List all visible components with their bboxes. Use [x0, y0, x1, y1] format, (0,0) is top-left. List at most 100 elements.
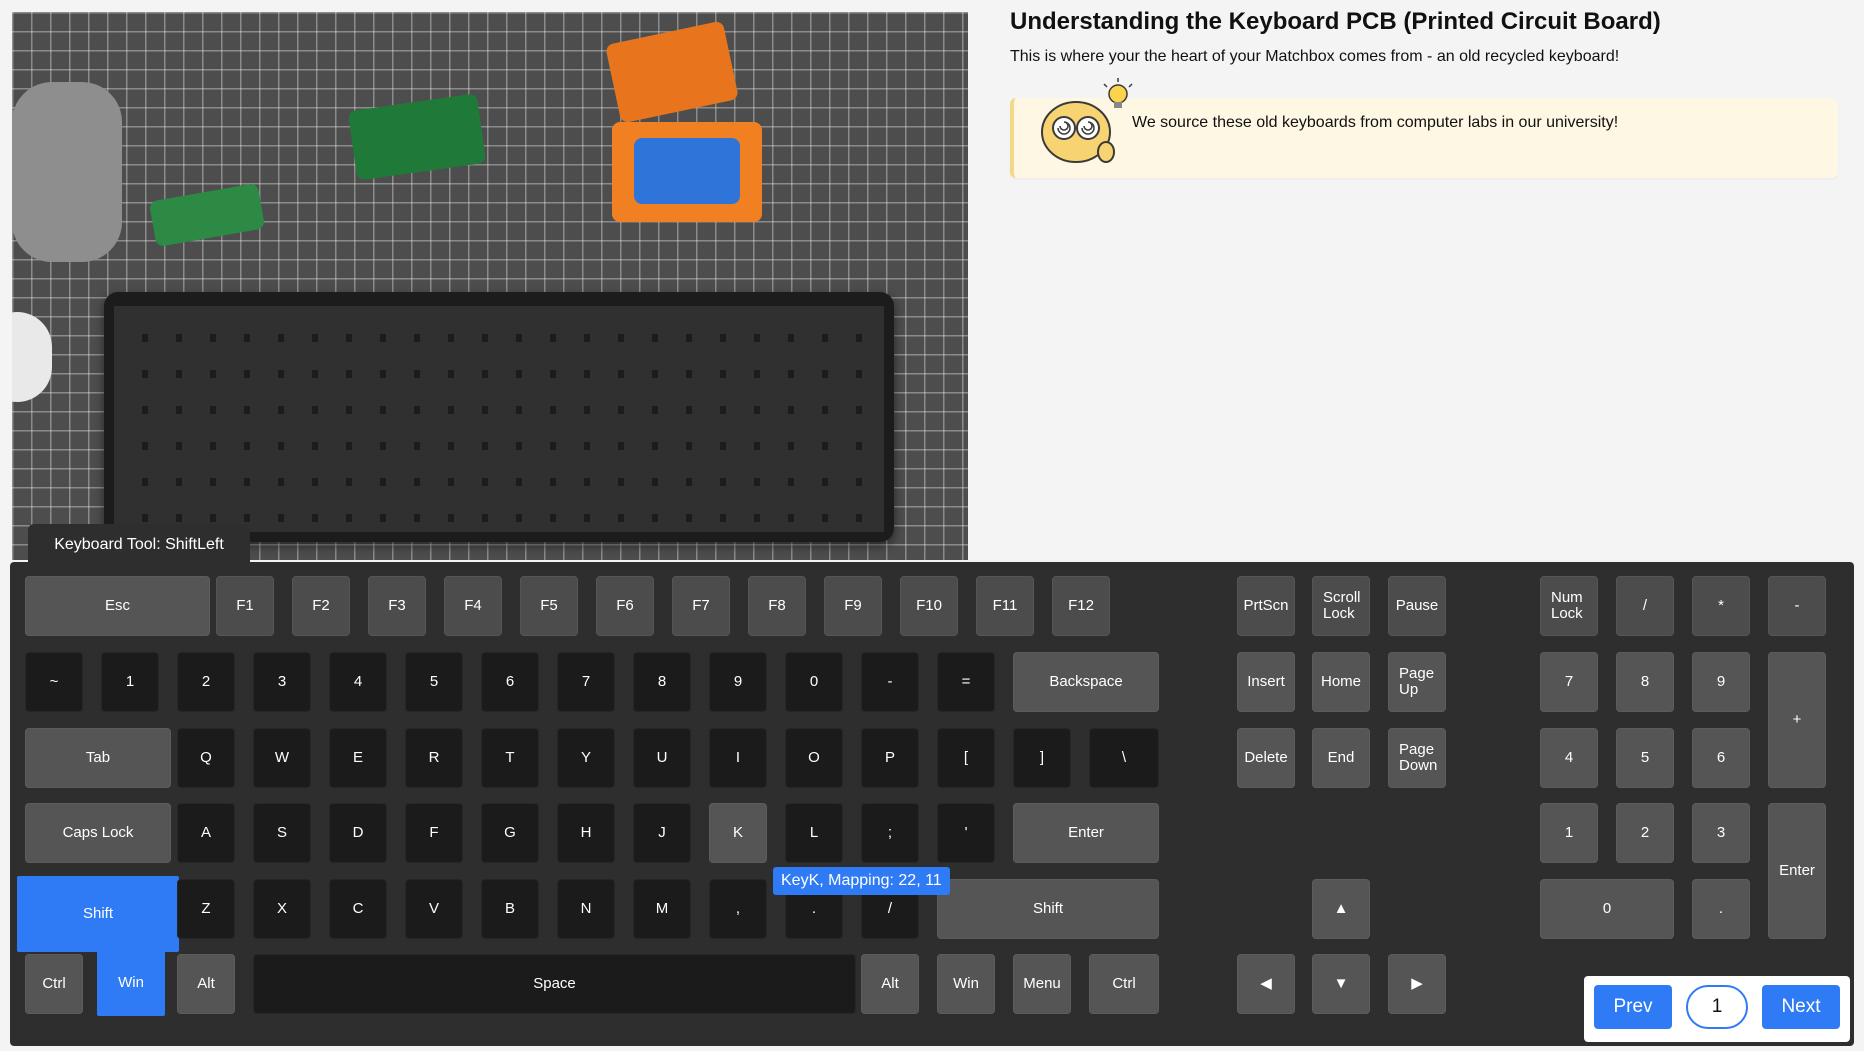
key-num-5[interactable]: 5: [1616, 728, 1674, 788]
key-o[interactable]: O: [785, 728, 843, 788]
key-k[interactable]: K: [709, 803, 767, 863]
key-right-bracket[interactable]: ]: [1013, 728, 1071, 788]
key-num-8[interactable]: 8: [1616, 652, 1674, 712]
keyboard-tool-tab[interactable]: Keyboard Tool: ShiftLeft: [28, 524, 250, 566]
key-scroll-lock[interactable]: Scroll Lock: [1312, 576, 1370, 636]
key-home[interactable]: Home: [1312, 652, 1370, 712]
key-i[interactable]: I: [709, 728, 767, 788]
prev-button[interactable]: Prev: [1594, 985, 1672, 1029]
key-z[interactable]: Z: [177, 879, 235, 939]
key-arrow-down[interactable]: ▼: [1312, 954, 1370, 1014]
key-arrow-right[interactable]: ▶: [1388, 954, 1446, 1014]
key-n[interactable]: N: [557, 879, 615, 939]
key-l[interactable]: L: [785, 803, 843, 863]
key-y[interactable]: Y: [557, 728, 615, 788]
key-pause[interactable]: Pause: [1388, 576, 1446, 636]
key-1[interactable]: 1: [101, 652, 159, 712]
key-caps-lock[interactable]: Caps Lock: [25, 803, 171, 863]
key-f1[interactable]: F1: [216, 576, 274, 636]
key-tab[interactable]: Tab: [25, 728, 171, 788]
key-m[interactable]: M: [633, 879, 691, 939]
key-8[interactable]: 8: [633, 652, 691, 712]
key-delete[interactable]: Delete: [1237, 728, 1295, 788]
key-num-lock[interactable]: Num Lock: [1540, 576, 1598, 636]
key-num-divide[interactable]: /: [1616, 576, 1674, 636]
key-space[interactable]: Space: [253, 954, 856, 1014]
key-t[interactable]: T: [481, 728, 539, 788]
key-g[interactable]: G: [481, 803, 539, 863]
key-shift-left[interactable]: Shift: [17, 876, 179, 952]
key-alt-left[interactable]: Alt: [177, 954, 235, 1014]
key-f6[interactable]: F6: [596, 576, 654, 636]
key-4[interactable]: 4: [329, 652, 387, 712]
key-ctrl-left[interactable]: Ctrl: [25, 954, 83, 1014]
key-f9[interactable]: F9: [824, 576, 882, 636]
key-6[interactable]: 6: [481, 652, 539, 712]
key-menu[interactable]: Menu: [1013, 954, 1071, 1014]
key-b[interactable]: B: [481, 879, 539, 939]
key-d[interactable]: D: [329, 803, 387, 863]
key-h[interactable]: H: [557, 803, 615, 863]
key-q[interactable]: Q: [177, 728, 235, 788]
key-num-3[interactable]: 3: [1692, 803, 1750, 863]
key-tilde[interactable]: ~: [25, 652, 83, 712]
page-number[interactable]: 1: [1686, 985, 1748, 1029]
key-num-7[interactable]: 7: [1540, 652, 1598, 712]
key-ctrl-right[interactable]: Ctrl: [1089, 954, 1159, 1014]
key-w[interactable]: W: [253, 728, 311, 788]
key-f12[interactable]: F12: [1052, 576, 1110, 636]
key-num-1[interactable]: 1: [1540, 803, 1598, 863]
key-num-subtract[interactable]: -: [1768, 576, 1826, 636]
key-num-4[interactable]: 4: [1540, 728, 1598, 788]
key-win-left[interactable]: Win: [97, 950, 165, 1016]
next-button[interactable]: Next: [1762, 985, 1840, 1029]
key-minus[interactable]: -: [861, 652, 919, 712]
key-insert[interactable]: Insert: [1237, 652, 1295, 712]
key-left-bracket[interactable]: [: [937, 728, 995, 788]
key-u[interactable]: U: [633, 728, 691, 788]
key-9[interactable]: 9: [709, 652, 767, 712]
key-shift-right[interactable]: Shift: [937, 879, 1159, 939]
key-f4[interactable]: F4: [444, 576, 502, 636]
key-5[interactable]: 5: [405, 652, 463, 712]
key-r[interactable]: R: [405, 728, 463, 788]
key-f8[interactable]: F8: [748, 576, 806, 636]
key-e[interactable]: E: [329, 728, 387, 788]
key-backspace[interactable]: Backspace: [1013, 652, 1159, 712]
key-a[interactable]: A: [177, 803, 235, 863]
key-s[interactable]: S: [253, 803, 311, 863]
key-p[interactable]: P: [861, 728, 919, 788]
key-page-up[interactable]: Page Up: [1388, 652, 1446, 712]
key-c[interactable]: C: [329, 879, 387, 939]
key-j[interactable]: J: [633, 803, 691, 863]
key-f7[interactable]: F7: [672, 576, 730, 636]
key-7[interactable]: 7: [557, 652, 615, 712]
key-f2[interactable]: F2: [292, 576, 350, 636]
key-prtscn[interactable]: PrtScn: [1237, 576, 1295, 636]
key-2[interactable]: 2: [177, 652, 235, 712]
key-x[interactable]: X: [253, 879, 311, 939]
key-f11[interactable]: F11: [976, 576, 1034, 636]
key-end[interactable]: End: [1312, 728, 1370, 788]
key-f[interactable]: F: [405, 803, 463, 863]
key-f10[interactable]: F10: [900, 576, 958, 636]
key-backslash[interactable]: \: [1089, 728, 1159, 788]
key-3[interactable]: 3: [253, 652, 311, 712]
key-num-enter[interactable]: Enter: [1768, 803, 1826, 939]
key-f5[interactable]: F5: [520, 576, 578, 636]
key-num-0[interactable]: 0: [1540, 879, 1674, 939]
key-v[interactable]: V: [405, 879, 463, 939]
key-num-decimal[interactable]: .: [1692, 879, 1750, 939]
key-num-multiply[interactable]: *: [1692, 576, 1750, 636]
key-page-down[interactable]: Page Down: [1388, 728, 1446, 788]
key-comma[interactable]: ,: [709, 879, 767, 939]
key-equals[interactable]: =: [937, 652, 995, 712]
key-arrow-up[interactable]: ▲: [1312, 879, 1370, 939]
key-num-6[interactable]: 6: [1692, 728, 1750, 788]
key-0[interactable]: 0: [785, 652, 843, 712]
key-quote[interactable]: ': [937, 803, 995, 863]
key-win-right[interactable]: Win: [937, 954, 995, 1014]
key-alt-right[interactable]: Alt: [861, 954, 919, 1014]
key-num-2[interactable]: 2: [1616, 803, 1674, 863]
key-num-9[interactable]: 9: [1692, 652, 1750, 712]
